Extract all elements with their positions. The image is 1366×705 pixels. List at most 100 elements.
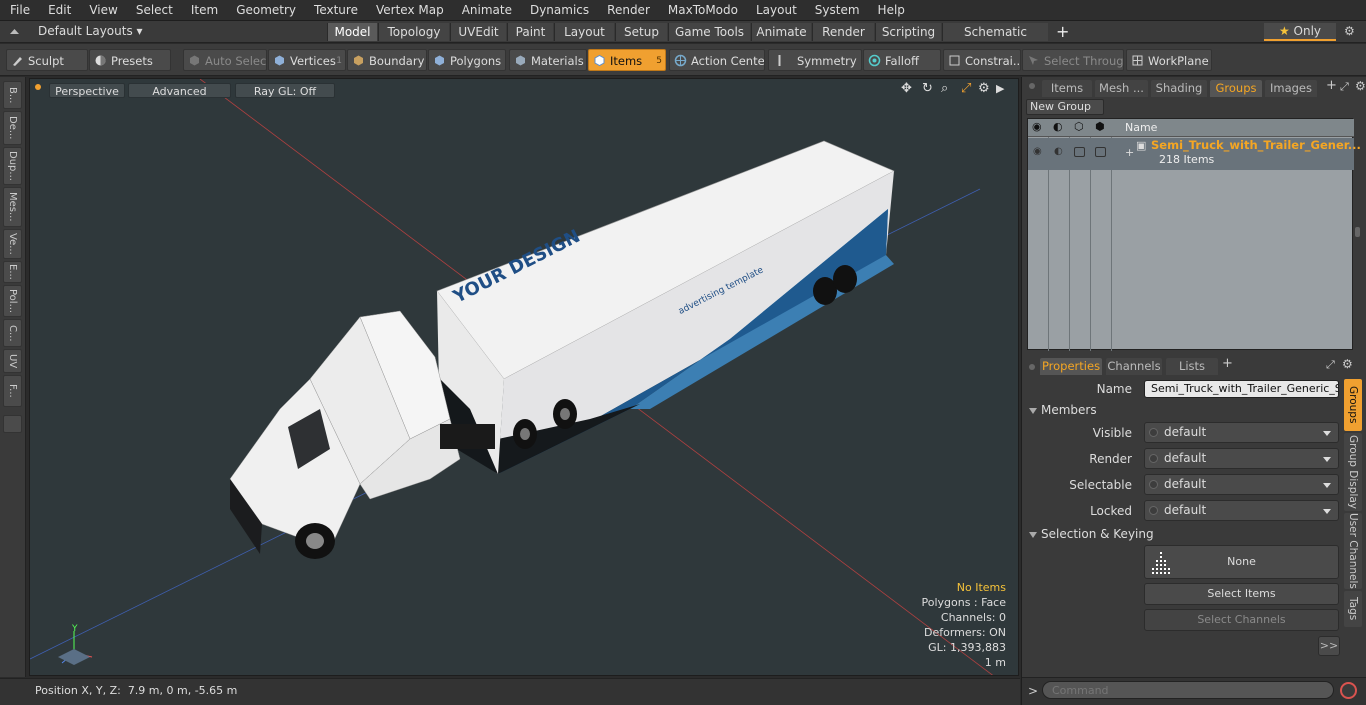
tab-basic[interactable]: B... <box>3 81 22 109</box>
add-prop-tab-button[interactable]: + <box>1222 356 1233 371</box>
boundary-button[interactable]: Boundary <box>347 49 427 71</box>
auto-select-button[interactable]: Auto Select <box>183 49 267 71</box>
tab-curve[interactable]: C... <box>3 319 22 347</box>
row-render-icon[interactable]: ◐ <box>1054 146 1063 157</box>
materials-button[interactable]: Materials <box>509 49 587 71</box>
3d-viewport[interactable]: YOUR DESIGN advertising template Y Persp… <box>29 78 1019 676</box>
name-input[interactable]: Semi_Truck_with_Trailer_Generic_Simp <box>1144 380 1339 398</box>
menu-animate[interactable]: Animate <box>452 3 520 17</box>
tab-edge[interactable]: E... <box>3 261 22 283</box>
menu-render[interactable]: Render <box>597 3 658 17</box>
selectable-dropdown[interactable]: default <box>1144 474 1339 495</box>
add-panel-tab-button[interactable]: + <box>1326 78 1337 93</box>
polygons-button[interactable]: Polygons <box>428 49 506 71</box>
tab-render[interactable]: Render <box>812 23 874 41</box>
settings-gear-icon[interactable]: ⚙ <box>1344 24 1355 38</box>
action-center-button[interactable]: Action Center <box>669 49 765 71</box>
viewport-settings-gear-icon[interactable]: ⚙ <box>978 81 990 96</box>
tab-topology[interactable]: Topology <box>378 23 449 41</box>
panel-dot-icon[interactable] <box>1029 83 1035 89</box>
expand-plus-icon[interactable]: + <box>1125 146 1134 159</box>
tab-layout[interactable]: Layout <box>554 23 614 41</box>
side-tab-tags[interactable]: Tags <box>1344 591 1362 627</box>
record-macro-icon[interactable] <box>1340 682 1357 699</box>
locked-dropdown[interactable]: default <box>1144 500 1339 521</box>
render-dropdown[interactable]: default <box>1144 448 1339 469</box>
tab-shading[interactable]: Shading <box>1151 80 1207 97</box>
tab-uv[interactable]: UV <box>3 349 22 373</box>
side-tab-group-display[interactable]: Group Display <box>1344 433 1362 511</box>
menu-layout[interactable]: Layout <box>746 3 805 17</box>
props-gear-icon[interactable]: ⚙ <box>1342 357 1353 371</box>
tab-uvedit[interactable]: UVEdit <box>450 23 506 41</box>
tab-groups[interactable]: Groups <box>1210 80 1262 97</box>
falloff-button[interactable]: Falloff <box>863 49 941 71</box>
menu-select[interactable]: Select <box>126 3 181 17</box>
select-items-button[interactable]: Select Items <box>1144 583 1339 605</box>
tab-schematic-fusion[interactable]: Schematic Fusion <box>942 23 1048 57</box>
new-group-button[interactable]: New Group <box>1026 99 1104 115</box>
vertices-button[interactable]: Vertices 1 <box>268 49 346 71</box>
row-eye-icon[interactable]: ◉ <box>1033 146 1042 157</box>
group-list-scrollbar[interactable] <box>1355 227 1360 237</box>
menu-texture[interactable]: Texture <box>304 3 366 17</box>
row-lock-checkbox[interactable] <box>1095 147 1106 157</box>
menu-maxtomodo[interactable]: MaxToModo <box>658 3 746 17</box>
menu-edit[interactable]: Edit <box>38 3 79 17</box>
menu-geometry[interactable]: Geometry <box>226 3 304 17</box>
layout-collapse-icon[interactable] <box>9 26 20 37</box>
tab-vertex[interactable]: Ve... <box>3 229 22 259</box>
tab-properties[interactable]: Properties <box>1040 358 1102 375</box>
zoom-icon[interactable]: ⌕ <box>941 81 948 96</box>
menu-vertex-map[interactable]: Vertex Map <box>366 3 452 17</box>
workplane-button[interactable]: WorkPlane <box>1126 49 1212 71</box>
tab-polygon[interactable]: Pol... <box>3 285 22 317</box>
panel-gear-icon[interactable]: ⚙ <box>1355 79 1366 93</box>
tab-expand-icon[interactable] <box>3 415 22 433</box>
menu-system[interactable]: System <box>805 3 868 17</box>
tab-images[interactable]: Images <box>1265 80 1317 97</box>
add-tab-button[interactable]: + <box>1056 22 1069 41</box>
tab-lists[interactable]: Lists <box>1166 358 1218 375</box>
tab-model[interactable]: Model <box>327 23 377 41</box>
symmetry-button[interactable]: Symmetry <box>768 49 862 71</box>
menu-view[interactable]: View <box>79 3 125 17</box>
menu-file[interactable]: File <box>0 3 38 17</box>
constraints-button[interactable]: Constrai... <box>943 49 1021 71</box>
menu-item[interactable]: Item <box>181 3 226 17</box>
sculpt-button[interactable]: Sculpt <box>6 49 88 71</box>
viewport-expand-icon[interactable]: ▶ <box>996 82 1004 95</box>
members-section[interactable]: Members <box>1029 403 1097 417</box>
lock-cube-icon[interactable]: ⬢ <box>1095 120 1105 133</box>
raygl-button[interactable]: Ray GL: Off <box>235 83 335 98</box>
tab-deform[interactable]: De... <box>3 111 22 145</box>
viewport-dot-icon[interactable] <box>35 84 41 90</box>
items-button[interactable]: Items 5 <box>588 49 666 71</box>
group-row[interactable]: ◉ ◐ + ▣ Semi_Truck_with_Trailer_Gener...… <box>1028 138 1361 170</box>
tab-setup[interactable]: Setup <box>615 23 667 41</box>
group-name[interactable]: Semi_Truck_with_Trailer_Gener... <box>1151 138 1361 152</box>
command-input[interactable] <box>1042 681 1334 699</box>
side-tab-user-channels[interactable]: User Channels <box>1344 513 1362 589</box>
panel-expand-icon[interactable]: ⤢ <box>1340 80 1349 94</box>
render-icon[interactable]: ◐ <box>1053 120 1063 133</box>
select-through-button[interactable]: Select Through <box>1022 49 1124 71</box>
tab-scripting[interactable]: Scripting <box>875 23 941 41</box>
tab-mesh[interactable]: Mesh ... <box>1095 80 1148 97</box>
select-channels-button[interactable]: Select Channels <box>1144 609 1339 631</box>
only-button[interactable]: ★ Only <box>1264 23 1336 41</box>
tab-game-tools[interactable]: Game Tools <box>668 23 750 41</box>
none-button[interactable]: None <box>1144 545 1339 579</box>
menu-dynamics[interactable]: Dynamics <box>520 3 597 17</box>
selection-keying-section[interactable]: Selection & Keying <box>1029 527 1154 541</box>
props-dot-icon[interactable] <box>1029 364 1035 370</box>
default-layouts-dropdown[interactable]: Default Layouts ▾ <box>38 24 143 38</box>
row-select-checkbox[interactable] <box>1074 147 1085 157</box>
props-expand-icon[interactable]: ⤢ <box>1326 358 1335 372</box>
tab-mesh-edit[interactable]: Mes... <box>3 187 22 227</box>
tab-channels[interactable]: Channels <box>1106 358 1162 375</box>
more-button[interactable]: >> <box>1318 636 1340 656</box>
fit-icon[interactable]: ⤢ <box>961 81 971 96</box>
menu-help[interactable]: Help <box>868 3 913 17</box>
pan-icon[interactable]: ✥ <box>901 81 912 96</box>
